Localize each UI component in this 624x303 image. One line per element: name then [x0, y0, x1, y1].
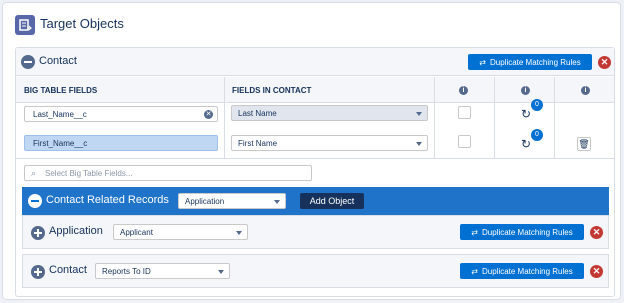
- rules-icon: ⇄: [471, 266, 478, 276]
- related-records-title: Contact Related Records: [46, 194, 169, 206]
- duplicate-matching-rules-button[interactable]: ⇄ Duplicate Matching Rules: [460, 263, 584, 279]
- refresh-icon[interactable]: ↻: [519, 107, 533, 121]
- contact-header: Contact ⇄ Duplicate Matching Rules ✕: [16, 48, 614, 76]
- contact-sub-field-select[interactable]: Reports To ID: [95, 263, 230, 279]
- expand-application-icon[interactable]: [31, 226, 45, 240]
- remove-application-icon[interactable]: ✕: [590, 226, 603, 239]
- application-subsection: Application Applicant ⇄ Duplicate Matchi…: [22, 215, 609, 249]
- duplicate-matching-rules-button[interactable]: ⇄ Duplicate Matching Rules: [468, 54, 592, 70]
- column-header-big-table-fields: BIG TABLE FIELDS: [24, 86, 98, 95]
- row-checkbox[interactable]: [458, 135, 471, 148]
- column-divider: [224, 77, 225, 159]
- duplicate-matching-rules-label: Duplicate Matching Rules: [489, 57, 581, 67]
- big-table-field-input[interactable]: First_Name__c: [24, 135, 218, 151]
- related-object-select[interactable]: Application: [178, 193, 286, 209]
- add-object-button[interactable]: Add Object: [300, 193, 364, 209]
- big-table-field-value: Last_Name__c: [33, 109, 87, 119]
- page-title: Target Objects: [40, 16, 124, 31]
- application-title: Application: [49, 225, 103, 237]
- delete-row-button[interactable]: 🗑: [577, 137, 591, 151]
- big-table-field-value: First_Name__c: [33, 138, 88, 148]
- clear-icon[interactable]: ✕: [204, 110, 213, 119]
- contact-related-records-bar: Contact Related Records Application Add …: [22, 187, 609, 215]
- contact-field-value: Last Name: [238, 108, 277, 118]
- trash-icon: 🗑: [578, 139, 590, 149]
- collapse-related-icon[interactable]: [28, 194, 42, 208]
- target-objects-icon: [15, 15, 35, 35]
- contact-field-value: First Name: [238, 138, 278, 148]
- mapping-table-header: BIG TABLE FIELDS FIELDS IN CONTACT i i i: [16, 77, 614, 103]
- refresh-icon[interactable]: ↻: [519, 137, 533, 151]
- duplicate-matching-rules-label: Duplicate Matching Rules: [481, 227, 573, 237]
- remove-contact-sub-icon[interactable]: ✕: [590, 265, 603, 278]
- collapse-contact-icon[interactable]: [21, 55, 35, 69]
- contact-sub-field-value: Reports To ID: [102, 266, 151, 276]
- chevron-down-icon: [236, 231, 242, 235]
- info-icon[interactable]: i: [581, 86, 590, 95]
- table-bottom-border: [16, 158, 614, 159]
- info-icon[interactable]: i: [521, 86, 530, 95]
- count-badge: 0: [531, 99, 543, 111]
- chevron-down-icon: [416, 142, 422, 146]
- column-divider: [554, 77, 555, 159]
- expand-contact-icon[interactable]: [31, 265, 45, 279]
- search-icon: ⌕: [31, 168, 37, 178]
- column-divider: [434, 77, 435, 159]
- big-table-field-input[interactable]: Last_Name__c ✕: [24, 106, 218, 122]
- column-header-fields-in-contact: FIELDS IN CONTACT: [232, 86, 312, 95]
- count-badge: 0: [531, 129, 543, 141]
- contact-panel: Contact ⇄ Duplicate Matching Rules ✕ BIG…: [15, 47, 615, 297]
- contact-field-select[interactable]: Last Name: [231, 105, 428, 121]
- chevron-down-icon: [416, 112, 422, 116]
- chevron-down-icon: [218, 270, 224, 274]
- application-field-value: Applicant: [120, 227, 153, 237]
- column-divider: [494, 77, 495, 159]
- search-placeholder: Select Big Table Fields...: [45, 168, 133, 178]
- contact-title: Contact: [39, 55, 77, 67]
- application-field-select[interactable]: Applicant: [113, 224, 248, 240]
- rules-icon: ⇄: [471, 227, 478, 237]
- row-checkbox[interactable]: [458, 106, 471, 119]
- target-objects-card: Target Objects Contact ⇄ Duplicate Match…: [2, 2, 621, 300]
- contact-subsection: Contact Reports To ID ⇄ Duplicate Matchi…: [22, 254, 609, 288]
- big-table-fields-search[interactable]: ⌕ Select Big Table Fields...: [24, 165, 312, 181]
- rules-icon: ⇄: [479, 57, 486, 67]
- chevron-down-icon: [274, 200, 280, 204]
- remove-contact-icon[interactable]: ✕: [598, 56, 611, 69]
- info-icon[interactable]: i: [459, 86, 468, 95]
- contact-sub-title: Contact: [49, 264, 87, 276]
- contact-field-select[interactable]: First Name: [231, 135, 428, 151]
- duplicate-matching-rules-label: Duplicate Matching Rules: [481, 266, 573, 276]
- related-object-value: Application: [185, 196, 225, 206]
- duplicate-matching-rules-button[interactable]: ⇄ Duplicate Matching Rules: [460, 224, 584, 240]
